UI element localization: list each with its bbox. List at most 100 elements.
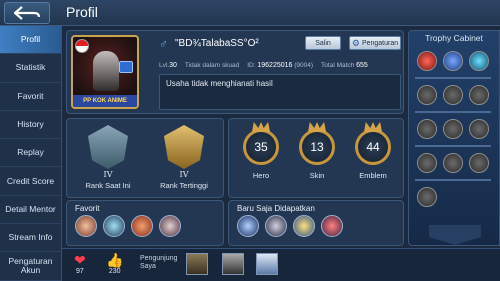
player-name: "BD¾TalabaSS°O²	[175, 38, 259, 49]
tablet-icon	[119, 61, 133, 73]
stat-emblem-count: 44	[355, 122, 391, 165]
rank-highest[interactable]: IV Rank Tertinggi	[149, 125, 219, 195]
stat-hero-count: 35	[243, 122, 279, 165]
trophy-banner	[429, 225, 481, 245]
shelf-divider	[415, 179, 491, 181]
trophy-icon[interactable]	[417, 85, 437, 105]
recent-heroes	[237, 215, 343, 237]
rank-tier: IV	[103, 170, 113, 179]
stat-label: Skin	[309, 171, 325, 180]
trophy-icon[interactable]	[469, 85, 489, 105]
trophy-grid	[415, 51, 497, 207]
rank-current[interactable]: IV Rank Saat Ini	[73, 125, 143, 195]
profile-card: PP KOK ANIME ♂ "BD¾TalabaSS°O² Salin ⚙ P…	[66, 30, 404, 114]
stat-skin-count: 13	[299, 122, 335, 165]
flag-icon	[75, 39, 89, 53]
rank-badge-icon	[164, 125, 204, 169]
avatar-banner-text: PP KOK ANIME	[73, 95, 137, 107]
recent-panel: Baru Saja Didapatkan	[228, 200, 404, 246]
favorite-heroes	[75, 215, 181, 237]
sidebar-item-detail-mentor[interactable]: Detail Mentor	[0, 196, 61, 225]
rank-label: Rank Tertinggi	[160, 181, 208, 190]
favorit-panel: Favorit	[66, 200, 224, 246]
hero-portrait-icon[interactable]	[321, 215, 343, 237]
heart-icon: ❤	[74, 252, 86, 268]
settings-button[interactable]: ⚙ Pengaturan	[349, 36, 401, 50]
trophy-icon[interactable]	[469, 51, 489, 71]
motto-text[interactable]: Usaha tidak menghianati hasil	[159, 74, 401, 110]
copy-button[interactable]: Salin	[305, 36, 341, 50]
thumbs-up-icon: 👍	[106, 252, 124, 268]
sidebar-item-credit-score[interactable]: Credit Score	[0, 167, 61, 196]
stat-skin[interactable]: 13 Skin	[291, 122, 343, 180]
trophy-icon[interactable]	[417, 187, 437, 207]
sidebar-item-stream-info[interactable]: Stream Info	[0, 224, 61, 253]
shelf-divider	[415, 111, 491, 113]
crown-icon	[364, 122, 382, 132]
stat-emblem[interactable]: 44 Emblem	[347, 122, 399, 180]
stat-label: Emblem	[359, 171, 387, 180]
visitors-label: Pengunjung Saya	[140, 255, 178, 270]
trophy-icon[interactable]	[443, 51, 463, 71]
hero-portrait-icon[interactable]	[103, 215, 125, 237]
hero-portrait-icon[interactable]	[131, 215, 153, 237]
thumbs-count: 230	[108, 268, 121, 275]
sidebar-item-history[interactable]: History	[0, 111, 61, 140]
hero-portrait-icon[interactable]	[265, 215, 287, 237]
hero-portrait-icon[interactable]	[293, 215, 315, 237]
avatar[interactable]: PP KOK ANIME	[71, 35, 139, 109]
trophy-icon[interactable]	[443, 85, 463, 105]
visitor-avatar[interactable]	[256, 253, 278, 275]
back-arrow-icon	[14, 6, 40, 20]
trophy-icon[interactable]	[469, 119, 489, 139]
level-info: Lvl.30	[159, 61, 177, 69]
thumbs-counter[interactable]: 👍 230	[106, 252, 123, 275]
shelf-divider	[415, 145, 491, 147]
section-title: Baru Saja Didapatkan	[237, 204, 315, 213]
bottom-bar: ❤ 97 👍 230 Pengunjung Saya	[62, 248, 500, 281]
settings-label: Pengaturan	[361, 39, 399, 47]
trophy-icon[interactable]	[469, 153, 489, 173]
rank-tier: IV	[179, 170, 189, 179]
hero-portrait-icon[interactable]	[75, 215, 97, 237]
rank-badge-icon	[88, 125, 128, 169]
collection-stats-panel: 35 Hero 13 Skin 44 Emblem	[228, 118, 404, 198]
back-button[interactable]	[4, 2, 50, 24]
hero-portrait-icon[interactable]	[159, 215, 181, 237]
gear-icon: ⚙	[351, 37, 360, 48]
trophy-icon[interactable]	[443, 119, 463, 139]
profile-info-row: Lvl.30 Tidak dalam skuad ID: 196225016 (…	[159, 59, 401, 71]
sidebar-nav: Profil Statistik Favorit History Replay …	[0, 26, 62, 281]
trophy-icon[interactable]	[417, 51, 437, 71]
top-bar: Profil	[0, 0, 500, 26]
sidebar-item-favorit[interactable]: Favorit	[0, 83, 61, 111]
shelf-divider	[415, 77, 491, 79]
sidebar-item-statistik[interactable]: Statistik	[0, 54, 61, 83]
squad-status: Tidak dalam skuad	[184, 61, 240, 69]
visitor-avatar[interactable]	[222, 253, 244, 275]
gender-male-icon: ♂	[159, 37, 168, 51]
section-title: Favorit	[75, 204, 100, 213]
crown-icon	[252, 122, 270, 132]
trophy-icon[interactable]	[417, 153, 437, 173]
likes-count: 97	[75, 268, 84, 275]
hero-portrait-icon[interactable]	[237, 215, 259, 237]
trophy-icon[interactable]	[443, 153, 463, 173]
trophy-title: Trophy Cabinet	[425, 33, 483, 43]
avatar-image	[93, 51, 119, 91]
crown-icon	[308, 122, 326, 132]
stat-label: Hero	[252, 171, 270, 180]
sidebar-item-replay[interactable]: Replay	[0, 139, 61, 168]
total-match: Total Match 655	[321, 61, 368, 69]
rank-label: Rank Saat Ini	[85, 181, 131, 190]
sidebar-item-pengaturan-akun[interactable]: Pengaturan Akun	[0, 252, 61, 281]
stat-hero[interactable]: 35 Hero	[235, 122, 287, 180]
player-id: ID: 196225016 (9004)	[247, 61, 314, 69]
trophy-icon[interactable]	[417, 119, 437, 139]
trophy-cabinet[interactable]: Trophy Cabinet	[408, 30, 500, 246]
likes-counter[interactable]: ❤ 97	[74, 252, 86, 275]
rank-panel: IV Rank Saat Ini IV Rank Tertinggi	[66, 118, 224, 198]
visitor-avatar[interactable]	[186, 253, 208, 275]
sidebar-item-profil[interactable]: Profil	[0, 26, 61, 55]
page-title: Profil	[66, 4, 98, 20]
